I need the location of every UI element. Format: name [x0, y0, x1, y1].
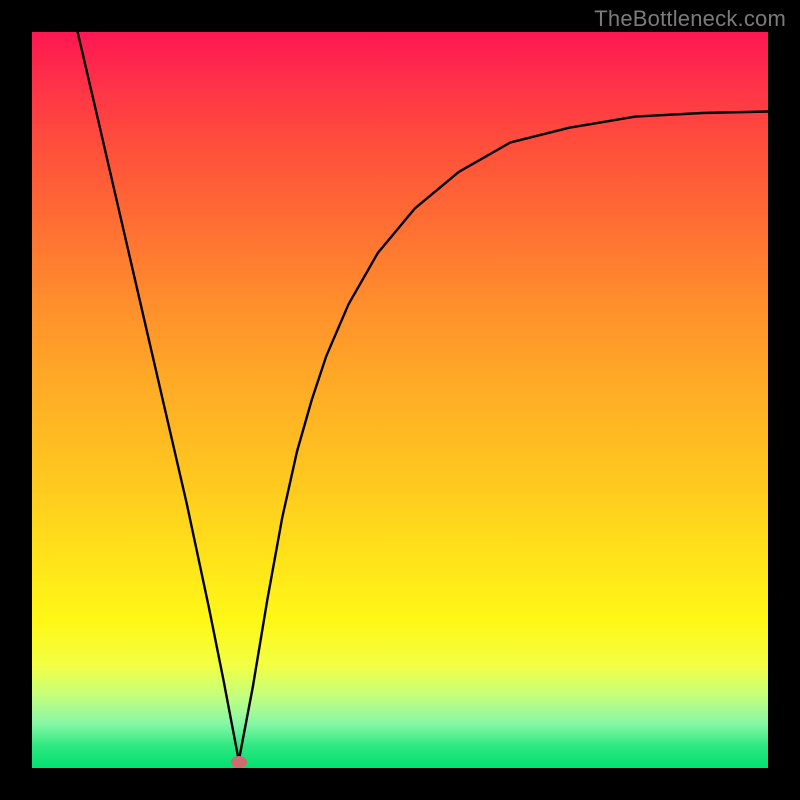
bottleneck-curve	[78, 32, 768, 761]
plot-area	[32, 32, 768, 768]
watermark-text: TheBottleneck.com	[594, 6, 786, 32]
curve-svg	[32, 32, 768, 768]
chart-frame: TheBottleneck.com	[0, 0, 800, 800]
minimum-marker	[231, 756, 247, 768]
